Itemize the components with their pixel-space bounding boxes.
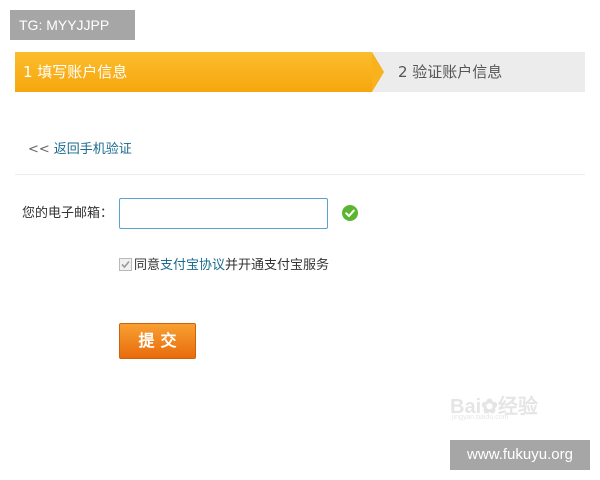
agreement-checkbox[interactable] <box>119 258 132 271</box>
step-1-label: 1 填写账户信息 <box>23 63 128 81</box>
alipay-agreement-link[interactable]: 支付宝协议 <box>160 258 225 273</box>
check-circle-icon <box>342 205 358 221</box>
baidu-watermark: Bai✿经验 jingyan.baidu.com <box>450 378 555 421</box>
step-arrow-icon <box>372 52 384 92</box>
step-2-label: 2 验证账户信息 <box>398 63 503 81</box>
checkmark-icon <box>121 260 130 269</box>
step-progress-bar: 2 验证账户信息 1 填写账户信息 <box>15 52 585 92</box>
back-to-phone-link[interactable]: << 返回手机验证 <box>28 140 132 160</box>
back-link-label: 返回手机验证 <box>53 142 132 157</box>
step-1-active: 1 填写账户信息 <box>15 52 372 92</box>
email-label: 您的电子邮箱： <box>22 206 114 221</box>
baidu-watermark-url: jingyan.baidu.com <box>452 414 509 421</box>
double-chevron-left-icon: << <box>28 142 50 157</box>
watermark-tag: TG: MYYJJPP <box>10 10 135 40</box>
site-watermark: www.fukuyu.org <box>450 440 590 470</box>
agreement-prefix: 同意 <box>134 258 161 273</box>
email-input[interactable] <box>119 198 328 229</box>
submit-button[interactable]: 提交 <box>119 323 196 359</box>
divider <box>15 174 585 175</box>
registration-page: TG: MYYJJPP 2 验证账户信息 1 填写账户信息 << 返回手机验证 您… <box>0 0 600 480</box>
agreement-suffix: 并开通支付宝服务 <box>225 258 330 273</box>
agreement-row: 同意支付宝协议并开通支付宝服务 <box>119 256 329 276</box>
